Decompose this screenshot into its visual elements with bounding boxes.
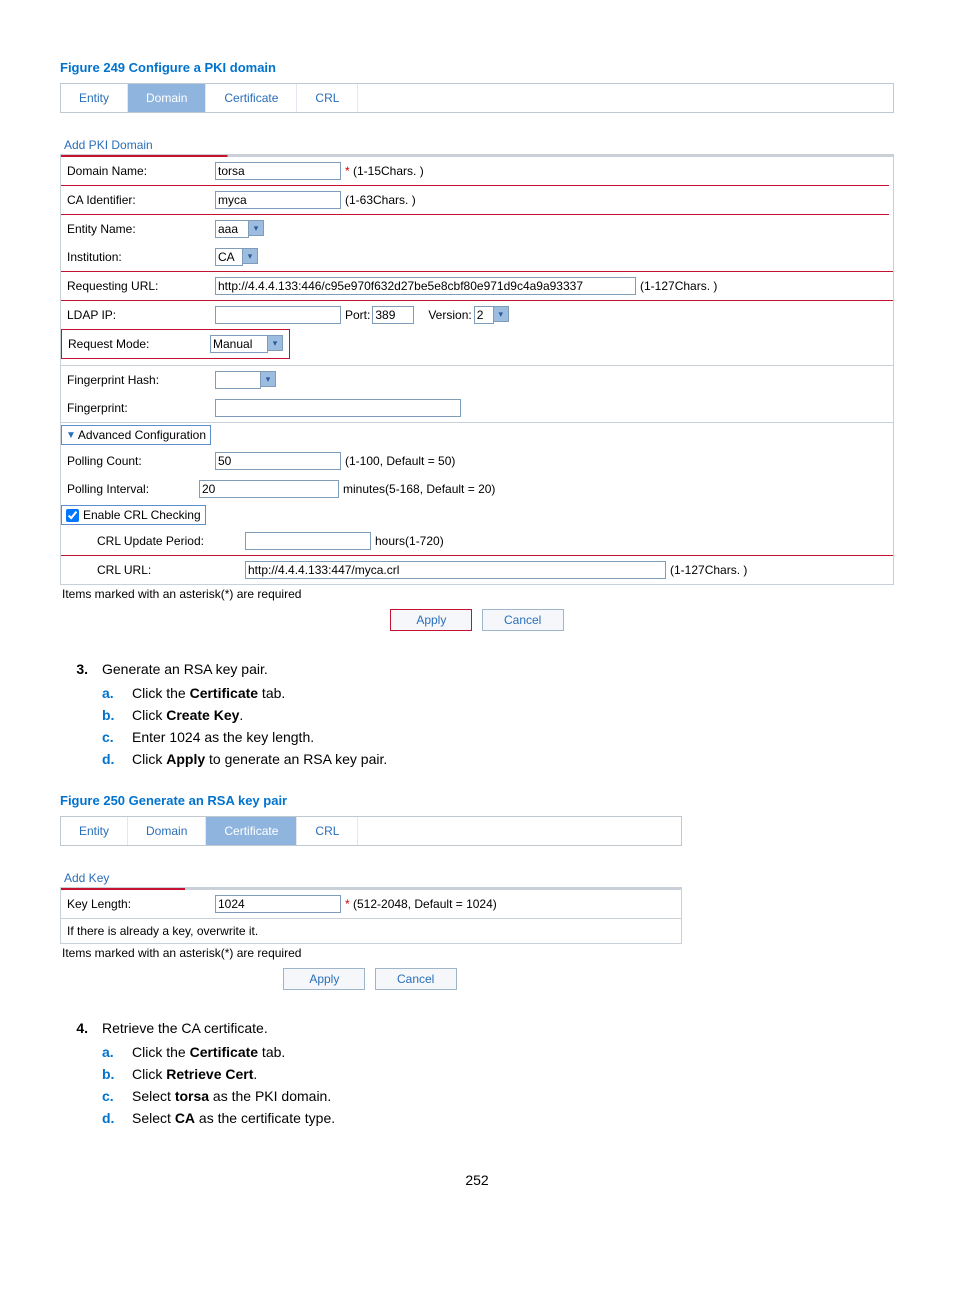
fig249-tab-bar: Entity Domain Certificate CRL xyxy=(60,83,894,113)
tab-crl[interactable]: CRL xyxy=(297,84,358,112)
request-mode-select[interactable] xyxy=(210,335,268,353)
step-3d-text: Click Apply to generate an RSA key pair. xyxy=(132,751,387,767)
triangle-down-icon: ▼ xyxy=(66,430,76,441)
step-4a-text: Click the Certificate tab. xyxy=(132,1044,285,1060)
add-key-title: Add Key xyxy=(64,871,894,885)
crl-url-input[interactable] xyxy=(245,561,666,579)
enable-crl-label: Enable CRL Checking xyxy=(83,508,201,522)
step-4c-text: Select torsa as the PKI domain. xyxy=(132,1088,331,1104)
step-4b-letter: b. xyxy=(102,1066,122,1082)
step-4a-letter: a. xyxy=(102,1044,122,1060)
crl-update-input[interactable] xyxy=(245,532,371,550)
key-length-hint: * (512-2048, Default = 1024) xyxy=(345,897,497,911)
apply-button[interactable]: Apply xyxy=(390,609,472,631)
figure-249-title: Figure 249 Configure a PKI domain xyxy=(60,60,894,75)
domain-name-hint: * (1-15Chars. ) xyxy=(345,164,424,178)
port-label: Port: xyxy=(345,308,370,322)
domain-name-label: Domain Name: xyxy=(67,164,215,178)
entity-name-select[interactable] xyxy=(215,220,249,238)
tab-entity[interactable]: Entity xyxy=(61,84,128,112)
step-4c-letter: c. xyxy=(102,1088,122,1104)
step-3a-text: Click the Certificate tab. xyxy=(132,685,285,701)
chevron-down-icon[interactable]: ▾ xyxy=(261,371,276,387)
step-3b-text: Click Create Key. xyxy=(132,707,243,723)
entity-name-label: Entity Name: xyxy=(67,222,215,236)
polling-count-label: Polling Count: xyxy=(67,454,215,468)
chevron-down-icon[interactable]: ▾ xyxy=(494,306,509,322)
fingerprint-hash-label: Fingerprint Hash: xyxy=(67,373,215,387)
fig250-footnote: Items marked with an asterisk(*) are req… xyxy=(62,946,894,960)
step-3d-letter: d. xyxy=(102,751,122,767)
pki-domain-form: Domain Name: * (1-15Chars. ) CA Identifi… xyxy=(60,154,894,585)
port-input[interactable] xyxy=(372,306,414,324)
chevron-down-icon[interactable]: ▾ xyxy=(243,248,258,264)
advanced-configuration-label: Advanced Configuration xyxy=(78,428,206,442)
crl-update-hint: hours(1-720) xyxy=(375,534,444,548)
cancel-button-2[interactable]: Cancel xyxy=(375,968,457,990)
apply-button-2[interactable]: Apply xyxy=(283,968,365,990)
enable-crl-checkbox[interactable] xyxy=(66,509,79,522)
step-4-number: 4. xyxy=(60,1020,88,1132)
polling-interval-input[interactable] xyxy=(199,480,339,498)
version-select[interactable] xyxy=(474,306,494,324)
requesting-url-input[interactable] xyxy=(215,277,636,295)
institution-select[interactable] xyxy=(215,248,243,266)
tab-certificate[interactable]: Certificate xyxy=(206,84,297,112)
ca-identifier-hint: (1-63Chars. ) xyxy=(345,193,416,207)
polling-count-hint: (1-100, Default = 50) xyxy=(345,454,455,468)
fingerprint-hash-select[interactable] xyxy=(215,371,261,389)
step-3c-text: Enter 1024 as the key length. xyxy=(132,729,314,745)
polling-count-input[interactable] xyxy=(215,452,341,470)
add-pki-domain-title: Add PKI Domain xyxy=(64,138,894,152)
step-3-number: 3. xyxy=(60,661,88,773)
ca-identifier-input[interactable] xyxy=(215,191,341,209)
fig250-tab-bar: Entity Domain Certificate CRL xyxy=(60,816,682,846)
key-length-input[interactable] xyxy=(215,895,341,913)
crl-url-hint: (1-127Chars. ) xyxy=(670,563,747,577)
tab-certificate-2[interactable]: Certificate xyxy=(206,817,297,845)
tab-domain[interactable]: Domain xyxy=(128,84,206,112)
page-number: 252 xyxy=(60,1172,894,1188)
cancel-button[interactable]: Cancel xyxy=(482,609,564,631)
polling-interval-hint: minutes(5-168, Default = 20) xyxy=(343,482,495,496)
advanced-configuration-toggle[interactable]: ▼ Advanced Configuration xyxy=(61,425,211,445)
fig250-buttons: Apply Cancel xyxy=(60,968,680,990)
crl-url-label: CRL URL: xyxy=(67,563,245,577)
step-3a-letter: a. xyxy=(102,685,122,701)
tab-entity-2[interactable]: Entity xyxy=(61,817,128,845)
add-key-form: Key Length: * (512-2048, Default = 1024)… xyxy=(60,887,682,944)
polling-interval-label: Polling Interval: xyxy=(67,482,199,496)
step-3-text: Generate an RSA key pair. xyxy=(102,661,268,677)
ldap-ip-label: LDAP IP: xyxy=(67,308,215,322)
fig249-footnote: Items marked with an asterisk(*) are req… xyxy=(62,587,894,601)
domain-name-input[interactable] xyxy=(215,162,341,180)
step-4d-text: Select CA as the certificate type. xyxy=(132,1110,335,1126)
crl-update-label: CRL Update Period: xyxy=(67,534,245,548)
key-length-label: Key Length: xyxy=(67,897,215,911)
step-4d-letter: d. xyxy=(102,1110,122,1126)
tab-crl-2[interactable]: CRL xyxy=(297,817,358,845)
fingerprint-label: Fingerprint: xyxy=(67,401,215,415)
fig249-buttons: Apply Cancel xyxy=(60,609,894,631)
ca-identifier-label: CA Identifier: xyxy=(67,193,215,207)
chevron-down-icon[interactable]: ▾ xyxy=(249,220,264,236)
version-label: Version: xyxy=(428,308,471,322)
requesting-url-label: Requesting URL: xyxy=(67,279,215,293)
ldap-ip-input[interactable] xyxy=(215,306,341,324)
request-mode-label: Request Mode: xyxy=(68,337,210,351)
overwrite-note: If there is already a key, overwrite it. xyxy=(61,919,681,943)
requesting-url-hint: (1-127Chars. ) xyxy=(640,279,717,293)
enable-crl-container: Enable CRL Checking xyxy=(61,505,206,525)
institution-label: Institution: xyxy=(67,250,215,264)
step-4-text: Retrieve the CA certificate. xyxy=(102,1020,268,1036)
figure-250-title: Figure 250 Generate an RSA key pair xyxy=(60,793,894,808)
fingerprint-input[interactable] xyxy=(215,399,461,417)
chevron-down-icon[interactable]: ▾ xyxy=(268,335,283,351)
step-4b-text: Click Retrieve Cert. xyxy=(132,1066,257,1082)
step-3b-letter: b. xyxy=(102,707,122,723)
step-3c-letter: c. xyxy=(102,729,122,745)
tab-domain-2[interactable]: Domain xyxy=(128,817,206,845)
